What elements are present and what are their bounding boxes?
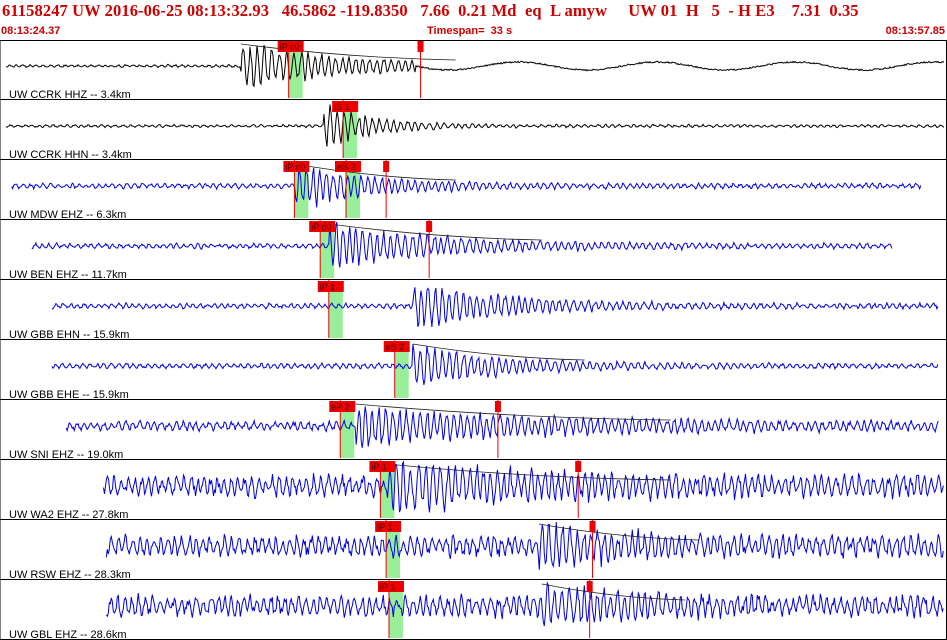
waveform-line [103, 460, 944, 513]
pick-flag [494, 401, 501, 412]
waveform-line [51, 344, 939, 385]
event-summary-title: 61158247 UW 2016-06-25 08:13:32.93 46.58… [2, 1, 859, 20]
waveform-line [31, 221, 893, 268]
trace-panel[interactable]: iP 1UW GBB EHN -- 15.9km [0, 280, 947, 341]
pick-label: iP 1 [371, 462, 386, 472]
waveform-line [11, 167, 922, 208]
pick-label: iP 1 [380, 582, 395, 592]
pick-label: iS 1 [334, 102, 350, 112]
pick-label: iP d0 [311, 222, 331, 232]
trace-panel[interactable]: iP 1UW WA2 EHZ -- 27.8km [0, 460, 947, 521]
trace-panel[interactable]: iP d0UW BEN EHZ -- 11.7km [0, 220, 947, 281]
pick-label: eP 2 [331, 402, 349, 412]
coda-curve [386, 463, 671, 481]
waveform-line [65, 406, 939, 448]
waveform-line [105, 521, 944, 570]
pick-flag [417, 41, 424, 52]
trace-panel[interactable]: iS 1UW CCRK HHN -- 3.4km [0, 100, 947, 161]
pick-flag [426, 221, 433, 232]
channel-label: UW GBL EHZ -- 28.6km [9, 629, 127, 640]
pick-flag [383, 161, 390, 172]
trace-panel[interactable]: iP 1 UW GBL EHZ -- 28.6km [0, 580, 947, 640]
start-time-label: 08:13:24.37 [1, 25, 61, 37]
pick-flag [586, 581, 593, 592]
trace-panel[interactable]: eP 2UW SNI EHZ -- 19.0km [0, 400, 947, 461]
trace-panel[interactable]: iP c0 eS 2UW MDW EHZ -- 6.3km [0, 160, 947, 221]
waveform-line [51, 287, 939, 327]
trace-panel[interactable]: iP 1UW RSW EHZ -- 28.3km [0, 520, 947, 581]
trace-panel[interactable]: iP c0UW CCRK HHZ -- 3.4km [0, 40, 947, 101]
waveform-line [105, 581, 944, 627]
phase-pick[interactable] [586, 580, 593, 638]
pick-flag [575, 461, 582, 472]
trace-panel[interactable]: eS 2UW GBB EHE -- 15.9km [0, 340, 947, 401]
waveform-line [6, 44, 945, 88]
pick-flag [589, 521, 596, 532]
timespan-label: Timespan= 33 s [427, 25, 513, 37]
phase-pick[interactable] [417, 40, 424, 98]
phase-pick[interactable] [494, 400, 501, 458]
event-header: 61158247 UW 2016-06-25 08:13:32.93 46.58… [0, 0, 947, 40]
coda-curve [538, 523, 700, 541]
pick-label: eS 2 [386, 342, 405, 352]
end-time-label: 08:13:57.85 [885, 25, 945, 37]
waveform-line [5, 104, 945, 147]
pick-label: iP 1 [377, 522, 392, 532]
pick-label: eS 2 [337, 162, 356, 172]
phase-pick[interactable] [426, 220, 433, 278]
seismogram-panel[interactable]: iP c0UW CCRK HHZ -- 3.4kmiS 1UW CCRK HHN… [0, 40, 947, 640]
pick-label: iP c0 [280, 42, 300, 52]
pick-label: iP 1 [320, 282, 335, 292]
pick-label: iP c0 [285, 162, 305, 172]
